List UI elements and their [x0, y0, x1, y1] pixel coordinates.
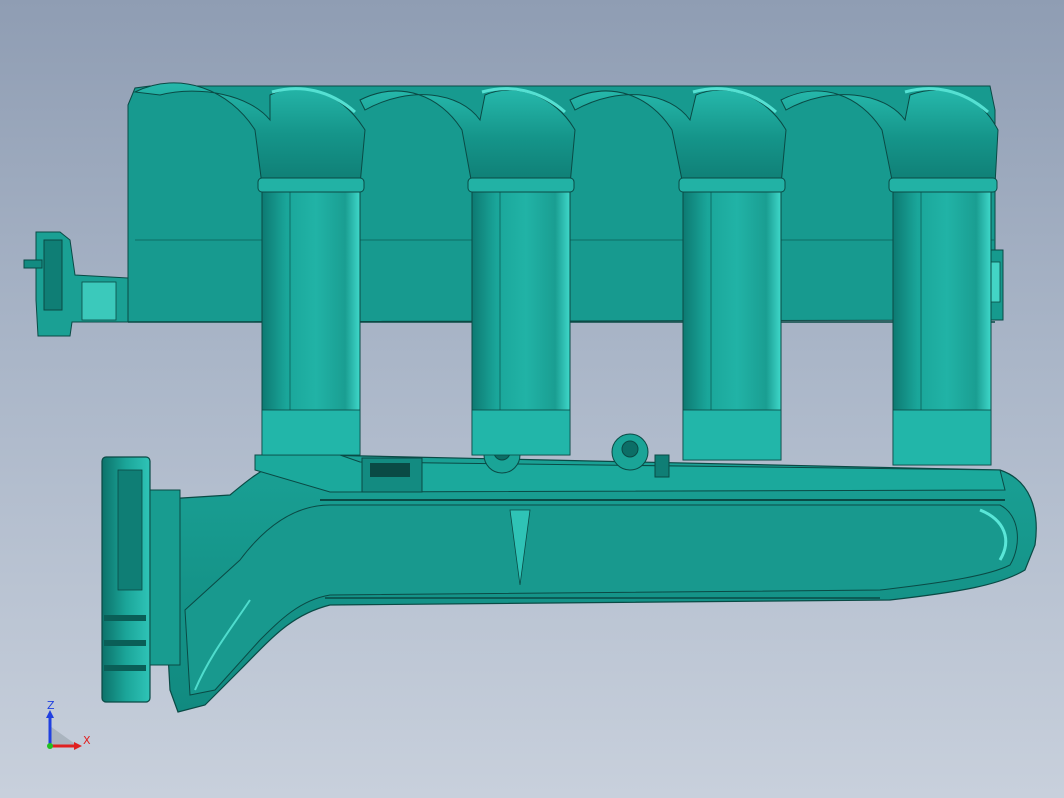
intake-manifold-model[interactable] — [0, 0, 1064, 798]
throttle-flange — [101, 456, 181, 703]
3d-viewport[interactable]: Z X — [0, 0, 1064, 798]
x-axis-label: X — [83, 734, 91, 747]
z-axis-label: Z — [47, 699, 55, 712]
plenum-body — [149, 454, 1037, 713]
sensor-connector — [23, 231, 129, 337]
coordinate-triad: Z X — [38, 698, 98, 758]
